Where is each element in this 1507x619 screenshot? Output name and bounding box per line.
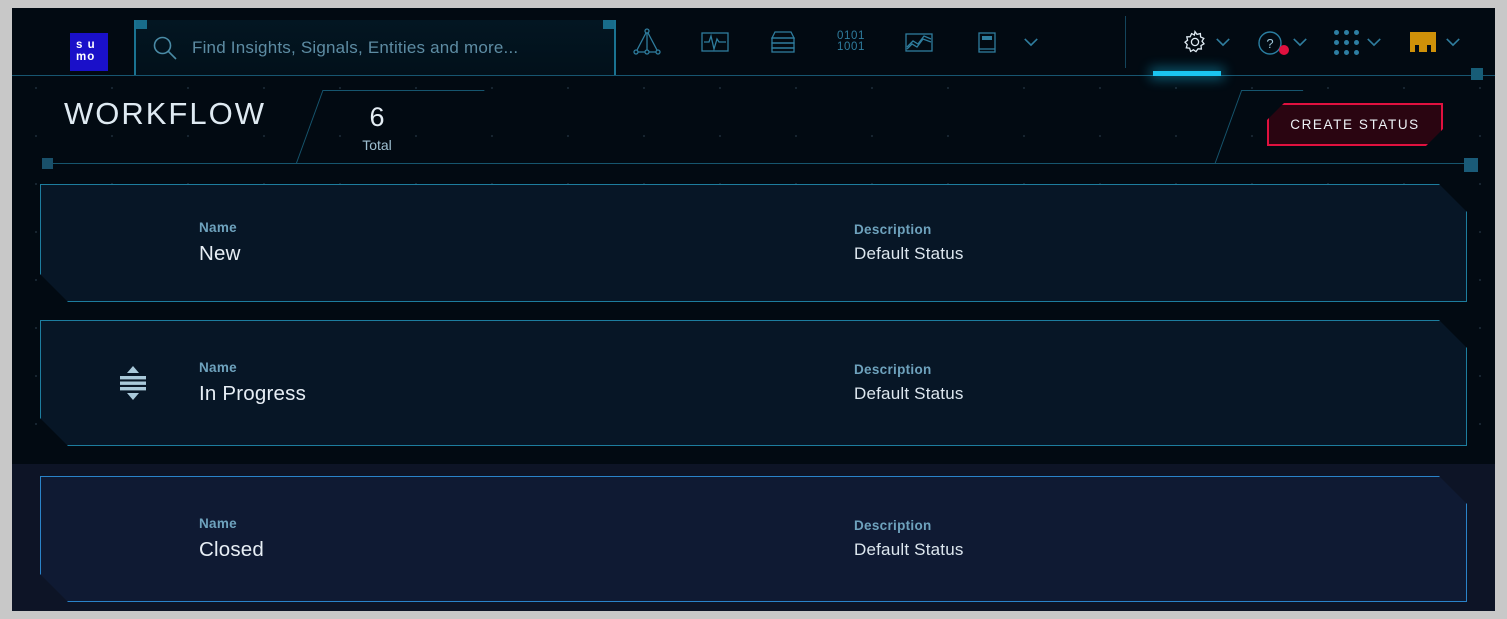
search-input-placeholder[interactable]: Find Insights, Signals, Entities and mor… [192, 20, 518, 76]
search-icon [152, 35, 178, 61]
total-count-label: Total [296, 137, 458, 153]
total-count-value: 6 [296, 102, 458, 133]
row-description-cell: Description Default Status [854, 185, 964, 301]
column-header-name: Name [199, 360, 306, 375]
row-name-value: Closed [199, 538, 264, 562]
header-bottom-rule [42, 163, 1467, 164]
table-row[interactable]: Name Closed Description Default Status [40, 476, 1467, 602]
apps-chevron-down-icon [1366, 37, 1382, 47]
page-header: WORKFLOW 6 Total CREATE STATUS [12, 76, 1495, 166]
trend-chart-icon[interactable] [904, 27, 934, 57]
app-grid-icon [1334, 30, 1359, 55]
nav-rule-accent-right [1471, 68, 1483, 80]
logo-line-1: s u [76, 39, 108, 51]
binary-line-2: 1001 [837, 42, 865, 54]
row-name-value: New [199, 242, 241, 266]
sumo-logo[interactable]: s u mo [70, 33, 108, 71]
pulse-monitor-icon[interactable] [700, 27, 730, 57]
topology-icon[interactable] [632, 27, 662, 57]
table-row[interactable]: Name In Progress Description Default Sta… [40, 320, 1467, 446]
search-corner-accent-right [603, 20, 614, 29]
row-description-value: Default Status [854, 244, 964, 264]
row-description-cell: Description Default Status [854, 321, 964, 445]
row-spacer-1 [12, 302, 1495, 320]
create-status-button[interactable]: CREATE STATUS [1267, 103, 1443, 146]
account-menu[interactable] [1408, 30, 1461, 54]
column-header-name: Name [199, 220, 241, 235]
row-name-cell: Name New [199, 185, 241, 301]
gear-icon [1182, 29, 1208, 55]
row-band-1: Name New Description Default Status [12, 184, 1495, 302]
active-tab-indicator-settings [1153, 71, 1221, 76]
search-corner-accent-left [136, 20, 147, 29]
column-header-name: Name [199, 516, 264, 531]
dashboard-chevron-down-icon[interactable] [1016, 27, 1046, 57]
row-description-cell: Description Default Status [854, 477, 964, 601]
row-spacer-2 [12, 446, 1495, 464]
help-chevron-down-icon [1292, 37, 1308, 47]
row-name-value: In Progress [199, 382, 306, 406]
header-rule-accent-left [42, 158, 53, 169]
logo-line-2: mo [76, 51, 108, 63]
settings-chevron-down-icon [1215, 37, 1231, 47]
top-navigation-bar: s u mo Find Insights, Signals, Entities … [12, 8, 1495, 76]
table-row[interactable]: Name New Description Default Status [40, 184, 1467, 302]
row-name-cell: Name In Progress [199, 321, 306, 445]
nav-divider [1125, 16, 1126, 68]
header-rule-accent-right [1464, 158, 1478, 172]
help-menu[interactable]: ? [1257, 28, 1308, 56]
row-description-value: Default Status [854, 540, 964, 560]
dashboard-book-icon[interactable] [972, 27, 1002, 57]
status-list: Name New Description Default Status [12, 166, 1495, 611]
settings-menu[interactable] [1182, 29, 1231, 55]
help-notification-badge [1279, 45, 1289, 55]
app-launcher-menu[interactable] [1334, 30, 1382, 55]
binary-code-icon[interactable]: 0101 1001 [836, 27, 866, 57]
secondary-nav-icons: ? [1182, 8, 1461, 76]
drag-handle-icon[interactable] [118, 365, 148, 401]
nav-bottom-rule [12, 75, 1495, 76]
page-title: WORKFLOW [64, 96, 266, 132]
column-header-description: Description [854, 518, 964, 533]
account-chevron-down-icon [1445, 37, 1461, 47]
svg-text:?: ? [1266, 36, 1273, 51]
row-drag-zone[interactable] [103, 321, 163, 445]
column-header-description: Description [854, 222, 964, 237]
list-top-spacer [12, 166, 1495, 184]
user-avatar-icon [1408, 30, 1438, 54]
row-band-2: Name In Progress Description Default Sta… [12, 320, 1495, 446]
row-description-value: Default Status [854, 384, 964, 404]
row-band-3: Name Closed Description Default Status [12, 464, 1495, 611]
database-stack-icon[interactable] [768, 27, 798, 57]
column-header-description: Description [854, 362, 964, 377]
global-search-bar[interactable]: Find Insights, Signals, Entities and mor… [134, 20, 616, 76]
application-window: s u mo Find Insights, Signals, Entities … [12, 8, 1495, 611]
row-name-cell: Name Closed [199, 477, 264, 601]
total-count-panel: 6 Total [296, 90, 458, 163]
primary-nav-icons: 0101 1001 [632, 8, 1046, 76]
